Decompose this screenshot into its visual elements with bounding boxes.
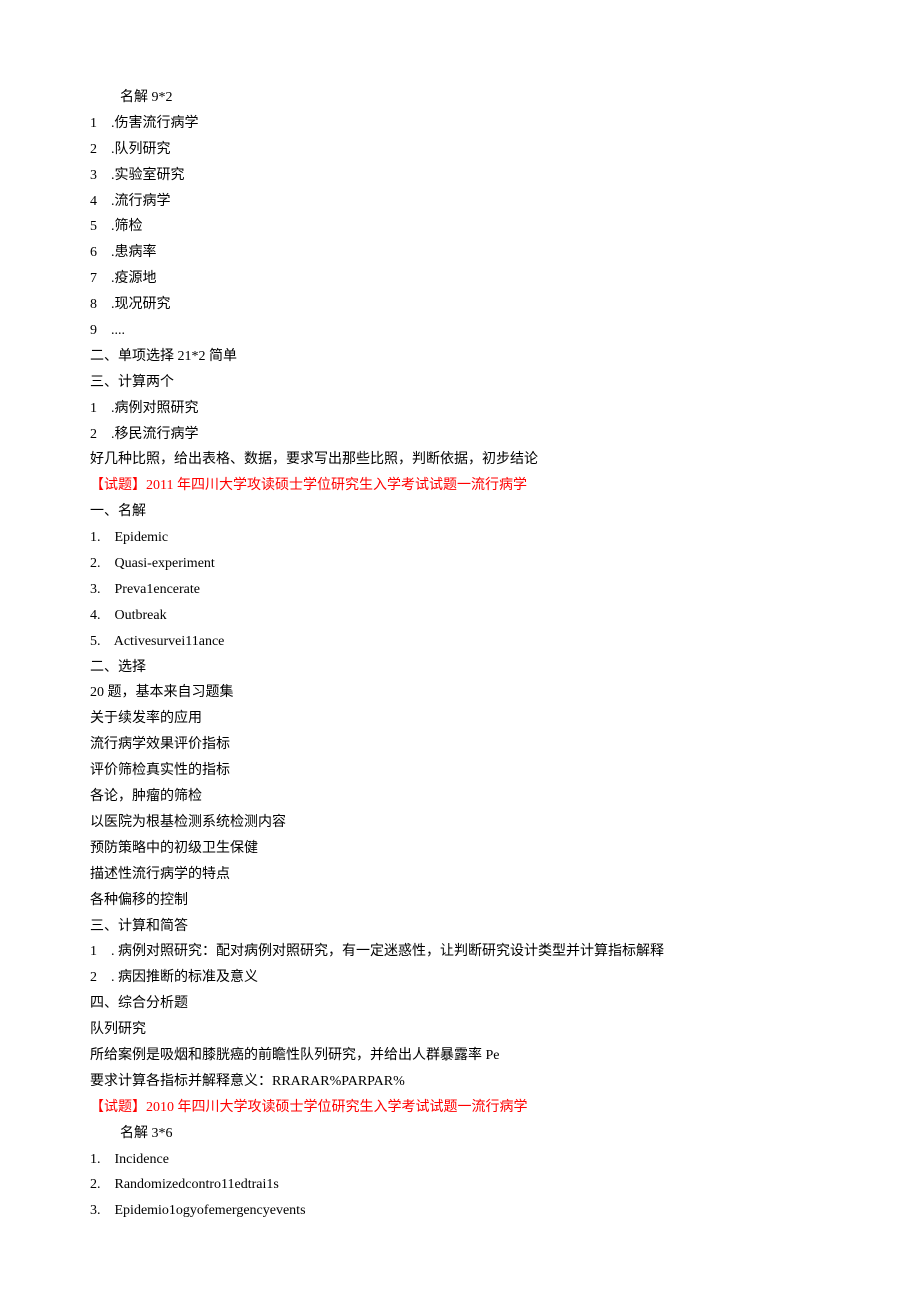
- text-line: 二、选择: [90, 655, 830, 681]
- text-line: 名解 9*2: [90, 85, 830, 111]
- text-line: 4. Outbreak: [90, 603, 830, 629]
- text-line: 2 . 病因推断的标准及意义: [90, 965, 830, 991]
- text-line: 1 .病例对照研究: [90, 396, 830, 422]
- text-line: 7 .疫源地: [90, 266, 830, 292]
- text-line: 2. Quasi-experiment: [90, 551, 830, 577]
- text-line: 各论，肿瘤的筛检: [90, 784, 830, 810]
- text-line: 各种偏移的控制: [90, 888, 830, 914]
- text-line: 【试题】2010 年四川大学攻读硕士学位研究生入学考试试题一流行病学: [90, 1095, 830, 1121]
- text-line: 6 .患病率: [90, 240, 830, 266]
- text-line: 5 .筛检: [90, 214, 830, 240]
- text-line: 关于续发率的应用: [90, 706, 830, 732]
- text-line: 20 题，基本来自习题集: [90, 680, 830, 706]
- text-line: 1 . 病例对照研究：配对病例对照研究，有一定迷惑性，让判断研究设计类型并计算指…: [90, 939, 830, 965]
- text-line: 一、名解: [90, 499, 830, 525]
- text-line: 3. Epidemio1ogyofemergencyevents: [90, 1198, 830, 1224]
- text-line: 所给案例是吸烟和膝胱癌的前瞻性队列研究，并给出人群暴露率 Pe: [90, 1043, 830, 1069]
- text-line: 2 .队列研究: [90, 137, 830, 163]
- text-line: 四、综合分析题: [90, 991, 830, 1017]
- text-line: 好几种比照，给出表格、数据，要求写出那些比照，判断依据，初步结论: [90, 447, 830, 473]
- text-line: 二、单项选择 21*2 简单: [90, 344, 830, 370]
- text-line: 1 .伤害流行病学: [90, 111, 830, 137]
- text-line: 评价筛检真实性的指标: [90, 758, 830, 784]
- text-line: 名解 3*6: [90, 1121, 830, 1147]
- text-line: 2 .移民流行病学: [90, 422, 830, 448]
- text-line: 1. Incidence: [90, 1147, 830, 1173]
- text-line: 4 .流行病学: [90, 189, 830, 215]
- text-line: 预防策略中的初级卫生保健: [90, 836, 830, 862]
- text-line: 3 .实验室研究: [90, 163, 830, 189]
- text-line: 队列研究: [90, 1017, 830, 1043]
- text-line: 5. Activesurvei11ance: [90, 629, 830, 655]
- document-body: 名解 9*21 .伤害流行病学2 .队列研究3 .实验室研究4 .流行病学5 .…: [90, 85, 830, 1224]
- text-line: 以医院为根基检测系统检测内容: [90, 810, 830, 836]
- text-line: 9 ....: [90, 318, 830, 344]
- text-line: 要求计算各指标并解释意义：RRARAR%PARPAR%: [90, 1069, 830, 1095]
- text-line: 3. Preva1encerate: [90, 577, 830, 603]
- text-line: 三、计算两个: [90, 370, 830, 396]
- text-line: 1. Epidemic: [90, 525, 830, 551]
- text-line: 描述性流行病学的特点: [90, 862, 830, 888]
- text-line: 【试题】2011 年四川大学攻读硕士学位研究生入学考试试题一流行病学: [90, 473, 830, 499]
- text-line: 8 .现况研究: [90, 292, 830, 318]
- text-line: 三、计算和简答: [90, 914, 830, 940]
- text-line: 流行病学效果评价指标: [90, 732, 830, 758]
- text-line: 2. Randomizedcontro11edtrai1s: [90, 1172, 830, 1198]
